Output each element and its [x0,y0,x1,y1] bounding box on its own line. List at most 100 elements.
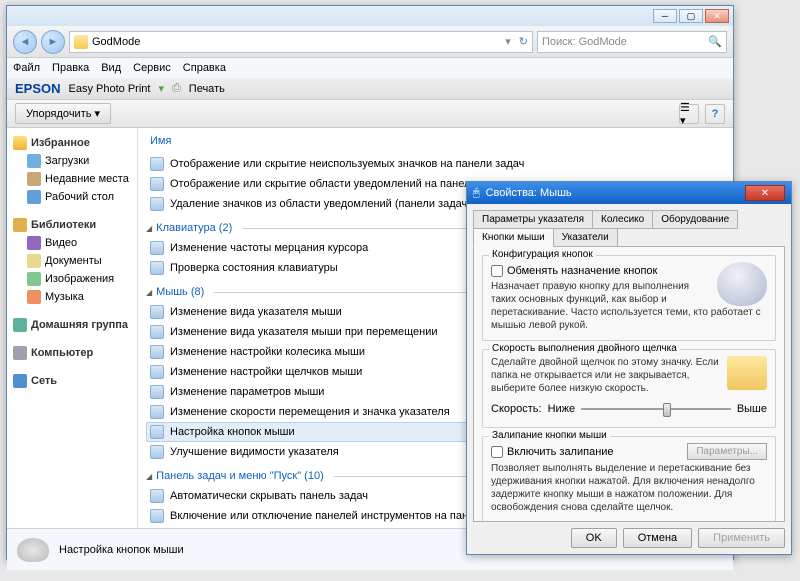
clicklock-group: Залипание кнопки мыши Параметры... Включ… [482,436,776,522]
epson-print[interactable]: Печать [189,83,225,95]
dialog-title: Свойства: Мышь [486,187,572,199]
forward-button[interactable]: ► [41,30,65,54]
star-icon [13,136,27,150]
epson-toolbar: EPSON Easy Photo Print ▾ ⎙ Печать [7,78,733,100]
slider-thumb[interactable] [663,403,671,417]
minimize-button[interactable]: ─ [653,9,677,23]
clicklock-params-button[interactable]: Параметры... [687,443,767,460]
control-panel-icon [150,425,164,439]
close-button[interactable]: ✕ [705,9,729,23]
desktop-icon [27,190,41,204]
ok-button[interactable]: OK [571,528,617,548]
back-button[interactable]: ◄ [13,30,37,54]
search-input[interactable]: Поиск: GodMode 🔍 [537,31,727,53]
tab-pointer-options[interactable]: Параметры указателя [473,210,593,229]
titlebar: ─ ▢ ✕ [7,6,733,26]
recent-icon [27,172,41,186]
dialog-close-button[interactable]: ✕ [745,185,785,201]
sidebar-video[interactable]: Видео [11,234,133,252]
speed-high: Выше [737,403,767,415]
dialog-button-row: OK Отмена Применить [473,522,785,548]
sidebar-network[interactable]: Сеть [11,372,133,390]
library-icon [13,218,27,232]
sidebar-desktop[interactable]: Рабочий стол [11,188,133,206]
music-icon [27,290,41,304]
control-panel-icon [150,305,164,319]
mouse-small-icon: 🖱 [473,187,480,200]
menu-bar: Файл Правка Вид Сервис Справка [7,58,733,78]
computer-icon [13,346,27,360]
dialog-titlebar[interactable]: 🖱 Свойства: Мышь ✕ [467,182,791,204]
mouse-icon [17,538,49,562]
group-title: Конфигурация кнопок [489,249,596,260]
clicklock-desc: Позволяет выполнять выделение и перетаск… [491,462,767,514]
search-icon: 🔍 [708,35,722,48]
tab-wheel[interactable]: Колесико [592,210,653,229]
download-icon [27,154,41,168]
breadcrumb[interactable]: GodMode ▾ ↻ [69,31,533,53]
control-panel-icon [150,197,164,211]
speed-label: Скорость: [491,403,542,415]
dropdown-icon[interactable]: ▾ [505,35,511,48]
help-button[interactable]: ? [705,104,725,124]
control-panel-icon [150,405,164,419]
location-icon [74,35,88,49]
tab-pointers[interactable]: Указатели [553,228,618,247]
nav-bar: ◄ ► GodMode ▾ ↻ Поиск: GodMode 🔍 [7,26,733,58]
control-panel-icon [150,445,164,459]
swap-buttons-checkbox[interactable]: Обменять назначение кнопок [491,265,711,277]
speed-slider[interactable] [581,399,731,419]
button-config-group: Конфигурация кнопок Обменять назначение … [482,255,776,341]
sidebar-music[interactable]: Музыка [11,288,133,306]
menu-edit[interactable]: Правка [52,62,89,74]
network-icon [13,374,27,388]
control-panel-icon [150,385,164,399]
epson-app: Easy Photo Print [69,83,151,95]
mouse-illustration-icon [717,262,767,306]
apply-button[interactable]: Применить [698,528,785,548]
control-panel-icon [150,177,164,191]
menu-tools[interactable]: Сервис [133,62,171,74]
sidebar-favorites[interactable]: Избранное [11,134,133,152]
sidebar-computer[interactable]: Компьютер [11,344,133,362]
tab-buttons[interactable]: Кнопки мыши [473,228,554,247]
organize-button[interactable]: Упорядочить ▾ [15,103,111,124]
epson-logo: EPSON [15,81,61,96]
control-panel-icon [150,365,164,379]
speed-low: Ниже [548,403,576,415]
toolbar: Упорядочить ▾ ☰ ▾ ? [7,100,733,128]
control-panel-icon [150,241,164,255]
sidebar-libraries[interactable]: Библиотеки [11,216,133,234]
sidebar-downloads[interactable]: Загрузки [11,152,133,170]
breadcrumb-text: GodMode [92,36,140,48]
refresh-icon[interactable]: ↻ [519,35,528,48]
sidebar-homegroup[interactable]: Домашняя группа [11,316,133,334]
control-panel-icon [150,345,164,359]
tab-strip: Параметры указателя Колесико Оборудовани… [473,210,785,246]
sidebar-images[interactable]: Изображения [11,270,133,288]
cancel-button[interactable]: Отмена [623,528,692,548]
clicklock-checkbox[interactable]: Включить залипание [491,446,687,458]
document-icon [27,254,41,268]
double-click-group: Скорость выполнения двойного щелчка Сдел… [482,349,776,428]
menu-view[interactable]: Вид [101,62,121,74]
list-item[interactable]: Отображение или скрытие неиспользуемых з… [146,154,725,174]
group-title: Залипание кнопки мыши [489,430,610,441]
menu-file[interactable]: Файл [13,62,40,74]
sidebar-recent[interactable]: Недавние места [11,170,133,188]
view-options-button[interactable]: ☰ ▾ [679,104,699,124]
tab-hardware[interactable]: Оборудование [652,210,738,229]
maximize-button[interactable]: ▢ [679,9,703,23]
dblclick-desc: Сделайте двойной щелчок по этому значку.… [491,356,767,395]
sidebar-documents[interactable]: Документы [11,252,133,270]
print-icon: ⎙ [172,82,181,95]
epson-dropdown-icon[interactable]: ▾ [158,82,164,95]
folder-test-icon[interactable] [727,356,767,390]
control-panel-icon [150,261,164,275]
status-text: Настройка кнопок мыши [59,544,184,556]
column-header-name[interactable]: Имя [146,132,725,154]
homegroup-icon [13,318,27,332]
image-icon [27,272,41,286]
mouse-properties-dialog: 🖱 Свойства: Мышь ✕ Параметры указателя К… [466,181,792,555]
menu-help[interactable]: Справка [183,62,226,74]
